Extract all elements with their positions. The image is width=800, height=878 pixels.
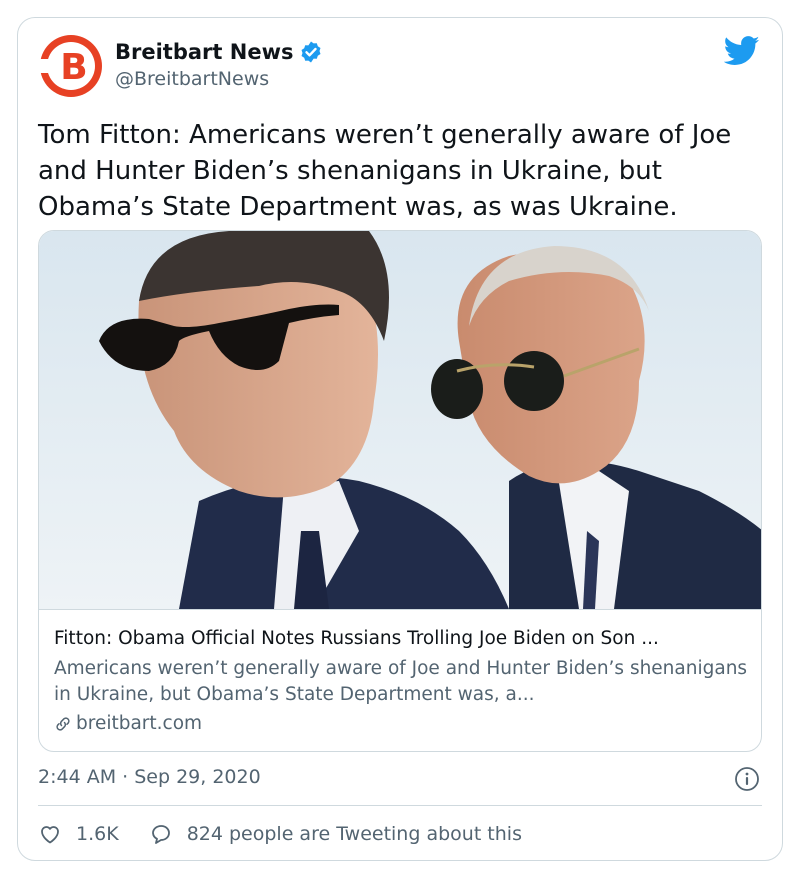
author-name-row[interactable]: Breitbart News — [115, 40, 323, 64]
like-button[interactable]: 1.6K — [38, 822, 119, 846]
card-domain-text[interactable]: breitbart.com — [76, 713, 202, 734]
author-handle[interactable]: @BreitbartNews — [115, 68, 269, 90]
tweet-timestamp[interactable]: 2:44 AM · Sep 29, 2020 — [38, 766, 261, 788]
heart-icon — [41, 826, 59, 844]
svg-text:B: B — [60, 47, 87, 88]
display-name[interactable]: Breitbart News — [115, 40, 293, 64]
action-bar: 1.6K 824 people are Tweeting about this — [38, 818, 552, 850]
conversation-link[interactable]: 824 people are Tweeting about this — [149, 822, 522, 846]
card-domain[interactable]: breitbart.com — [54, 713, 202, 734]
reply-bubble-icon — [151, 825, 170, 844]
like-count: 1.6K — [76, 823, 119, 845]
card-meta[interactable]: Fitton: Obama Official Notes Russians Tr… — [39, 609, 761, 751]
twitter-logo-icon[interactable] — [724, 36, 760, 66]
conversation-text: 824 people are Tweeting about this — [186, 823, 522, 845]
card-photo — [39, 231, 761, 609]
info-icon[interactable] — [734, 766, 760, 792]
breitbart-logo: B — [40, 35, 102, 97]
card-description: Americans weren’t generally aware of Joe… — [54, 658, 748, 705]
card-title[interactable]: Fitton: Obama Official Notes Russians Tr… — [54, 628, 754, 649]
link-preview-card[interactable]: Fitton: Obama Official Notes Russians Tr… — [38, 230, 762, 752]
avatar[interactable]: B — [38, 33, 104, 99]
card-image[interactable] — [39, 231, 761, 609]
tweet-text: Tom Fitton: Americans weren’t generally … — [38, 120, 732, 222]
verified-badge-icon — [301, 41, 321, 63]
link-icon — [56, 716, 70, 731]
divider — [38, 805, 762, 806]
tweet-card[interactable]: B Breitbart News @BreitbartNews Tom Fitt… — [17, 17, 783, 861]
